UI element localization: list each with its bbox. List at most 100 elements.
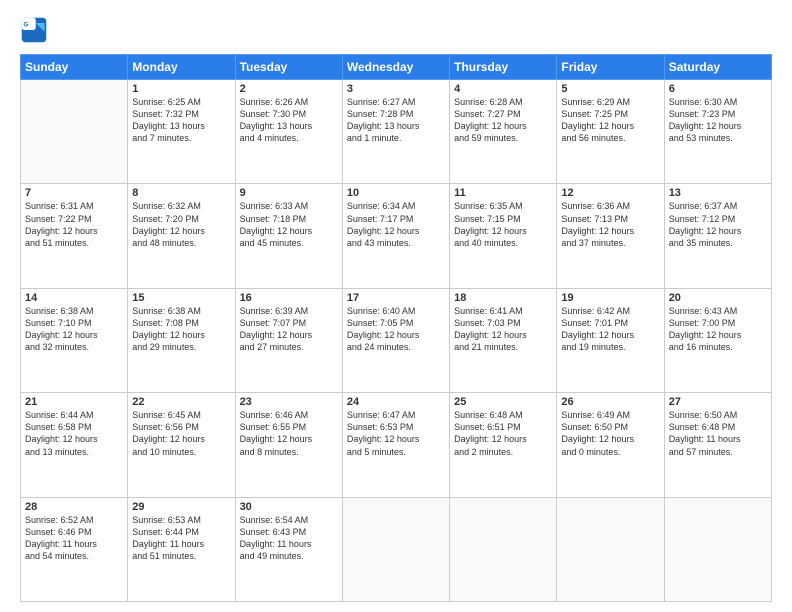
calendar-header-row: SundayMondayTuesdayWednesdayThursdayFrid… [21,55,772,80]
calendar-cell: 25Sunrise: 6:48 AM Sunset: 6:51 PM Dayli… [450,393,557,497]
cell-info: Sunrise: 6:53 AM Sunset: 6:44 PM Dayligh… [132,514,230,563]
day-number: 11 [454,187,552,199]
day-number: 28 [25,501,123,513]
cell-info: Sunrise: 6:45 AM Sunset: 6:56 PM Dayligh… [132,409,230,458]
calendar-cell: 13Sunrise: 6:37 AM Sunset: 7:12 PM Dayli… [664,184,771,288]
day-number: 19 [561,292,659,304]
day-number: 8 [132,187,230,199]
logo-icon: G [20,16,48,44]
page: G SundayMondayTuesdayWednesdayThursdayFr… [0,0,792,612]
cell-info: Sunrise: 6:41 AM Sunset: 7:03 PM Dayligh… [454,305,552,354]
cell-info: Sunrise: 6:25 AM Sunset: 7:32 PM Dayligh… [132,96,230,145]
cell-info: Sunrise: 6:32 AM Sunset: 7:20 PM Dayligh… [132,200,230,249]
calendar-cell: 8Sunrise: 6:32 AM Sunset: 7:20 PM Daylig… [128,184,235,288]
calendar-cell: 24Sunrise: 6:47 AM Sunset: 6:53 PM Dayli… [342,393,449,497]
header: G [20,16,772,44]
calendar-day-header: Wednesday [342,55,449,80]
day-number: 13 [669,187,767,199]
day-number: 18 [454,292,552,304]
cell-info: Sunrise: 6:36 AM Sunset: 7:13 PM Dayligh… [561,200,659,249]
day-number: 29 [132,501,230,513]
day-number: 5 [561,83,659,95]
day-number: 23 [240,396,338,408]
calendar-cell [664,497,771,601]
day-number: 22 [132,396,230,408]
calendar-cell: 21Sunrise: 6:44 AM Sunset: 6:58 PM Dayli… [21,393,128,497]
cell-info: Sunrise: 6:28 AM Sunset: 7:27 PM Dayligh… [454,96,552,145]
day-number: 1 [132,83,230,95]
cell-info: Sunrise: 6:52 AM Sunset: 6:46 PM Dayligh… [25,514,123,563]
day-number: 15 [132,292,230,304]
cell-info: Sunrise: 6:31 AM Sunset: 7:22 PM Dayligh… [25,200,123,249]
calendar-week-row: 14Sunrise: 6:38 AM Sunset: 7:10 PM Dayli… [21,288,772,392]
calendar-cell: 14Sunrise: 6:38 AM Sunset: 7:10 PM Dayli… [21,288,128,392]
calendar-cell: 15Sunrise: 6:38 AM Sunset: 7:08 PM Dayli… [128,288,235,392]
calendar-cell: 2Sunrise: 6:26 AM Sunset: 7:30 PM Daylig… [235,80,342,184]
day-number: 14 [25,292,123,304]
calendar-cell: 17Sunrise: 6:40 AM Sunset: 7:05 PM Dayli… [342,288,449,392]
calendar-cell: 5Sunrise: 6:29 AM Sunset: 7:25 PM Daylig… [557,80,664,184]
calendar-cell: 9Sunrise: 6:33 AM Sunset: 7:18 PM Daylig… [235,184,342,288]
calendar-cell: 30Sunrise: 6:54 AM Sunset: 6:43 PM Dayli… [235,497,342,601]
calendar-cell: 18Sunrise: 6:41 AM Sunset: 7:03 PM Dayli… [450,288,557,392]
calendar-cell: 4Sunrise: 6:28 AM Sunset: 7:27 PM Daylig… [450,80,557,184]
day-number: 10 [347,187,445,199]
calendar-cell [450,497,557,601]
logo: G [20,16,52,44]
day-number: 3 [347,83,445,95]
calendar-cell: 27Sunrise: 6:50 AM Sunset: 6:48 PM Dayli… [664,393,771,497]
day-number: 27 [669,396,767,408]
day-number: 16 [240,292,338,304]
cell-info: Sunrise: 6:27 AM Sunset: 7:28 PM Dayligh… [347,96,445,145]
calendar-day-header: Thursday [450,55,557,80]
svg-text:G: G [24,22,29,29]
cell-info: Sunrise: 6:38 AM Sunset: 7:10 PM Dayligh… [25,305,123,354]
calendar-day-header: Monday [128,55,235,80]
calendar-day-header: Saturday [664,55,771,80]
day-number: 9 [240,187,338,199]
cell-info: Sunrise: 6:40 AM Sunset: 7:05 PM Dayligh… [347,305,445,354]
cell-info: Sunrise: 6:34 AM Sunset: 7:17 PM Dayligh… [347,200,445,249]
day-number: 26 [561,396,659,408]
calendar-cell: 1Sunrise: 6:25 AM Sunset: 7:32 PM Daylig… [128,80,235,184]
cell-info: Sunrise: 6:46 AM Sunset: 6:55 PM Dayligh… [240,409,338,458]
calendar-cell: 26Sunrise: 6:49 AM Sunset: 6:50 PM Dayli… [557,393,664,497]
calendar-cell: 19Sunrise: 6:42 AM Sunset: 7:01 PM Dayli… [557,288,664,392]
calendar-cell: 11Sunrise: 6:35 AM Sunset: 7:15 PM Dayli… [450,184,557,288]
cell-info: Sunrise: 6:49 AM Sunset: 6:50 PM Dayligh… [561,409,659,458]
calendar-cell: 22Sunrise: 6:45 AM Sunset: 6:56 PM Dayli… [128,393,235,497]
day-number: 4 [454,83,552,95]
cell-info: Sunrise: 6:42 AM Sunset: 7:01 PM Dayligh… [561,305,659,354]
calendar-week-row: 28Sunrise: 6:52 AM Sunset: 6:46 PM Dayli… [21,497,772,601]
day-number: 20 [669,292,767,304]
cell-info: Sunrise: 6:50 AM Sunset: 6:48 PM Dayligh… [669,409,767,458]
day-number: 12 [561,187,659,199]
cell-info: Sunrise: 6:33 AM Sunset: 7:18 PM Dayligh… [240,200,338,249]
calendar-cell: 12Sunrise: 6:36 AM Sunset: 7:13 PM Dayli… [557,184,664,288]
cell-info: Sunrise: 6:38 AM Sunset: 7:08 PM Dayligh… [132,305,230,354]
calendar-cell: 23Sunrise: 6:46 AM Sunset: 6:55 PM Dayli… [235,393,342,497]
cell-info: Sunrise: 6:43 AM Sunset: 7:00 PM Dayligh… [669,305,767,354]
cell-info: Sunrise: 6:39 AM Sunset: 7:07 PM Dayligh… [240,305,338,354]
calendar-week-row: 7Sunrise: 6:31 AM Sunset: 7:22 PM Daylig… [21,184,772,288]
calendar-day-header: Sunday [21,55,128,80]
calendar-table: SundayMondayTuesdayWednesdayThursdayFrid… [20,54,772,602]
cell-info: Sunrise: 6:37 AM Sunset: 7:12 PM Dayligh… [669,200,767,249]
calendar-cell [342,497,449,601]
day-number: 7 [25,187,123,199]
calendar-cell: 7Sunrise: 6:31 AM Sunset: 7:22 PM Daylig… [21,184,128,288]
calendar-cell: 16Sunrise: 6:39 AM Sunset: 7:07 PM Dayli… [235,288,342,392]
cell-info: Sunrise: 6:54 AM Sunset: 6:43 PM Dayligh… [240,514,338,563]
calendar-cell [21,80,128,184]
day-number: 30 [240,501,338,513]
calendar-cell: 29Sunrise: 6:53 AM Sunset: 6:44 PM Dayli… [128,497,235,601]
day-number: 17 [347,292,445,304]
cell-info: Sunrise: 6:30 AM Sunset: 7:23 PM Dayligh… [669,96,767,145]
day-number: 21 [25,396,123,408]
calendar-cell [557,497,664,601]
calendar-day-header: Friday [557,55,664,80]
day-number: 6 [669,83,767,95]
calendar-day-header: Tuesday [235,55,342,80]
cell-info: Sunrise: 6:47 AM Sunset: 6:53 PM Dayligh… [347,409,445,458]
calendar-week-row: 1Sunrise: 6:25 AM Sunset: 7:32 PM Daylig… [21,80,772,184]
